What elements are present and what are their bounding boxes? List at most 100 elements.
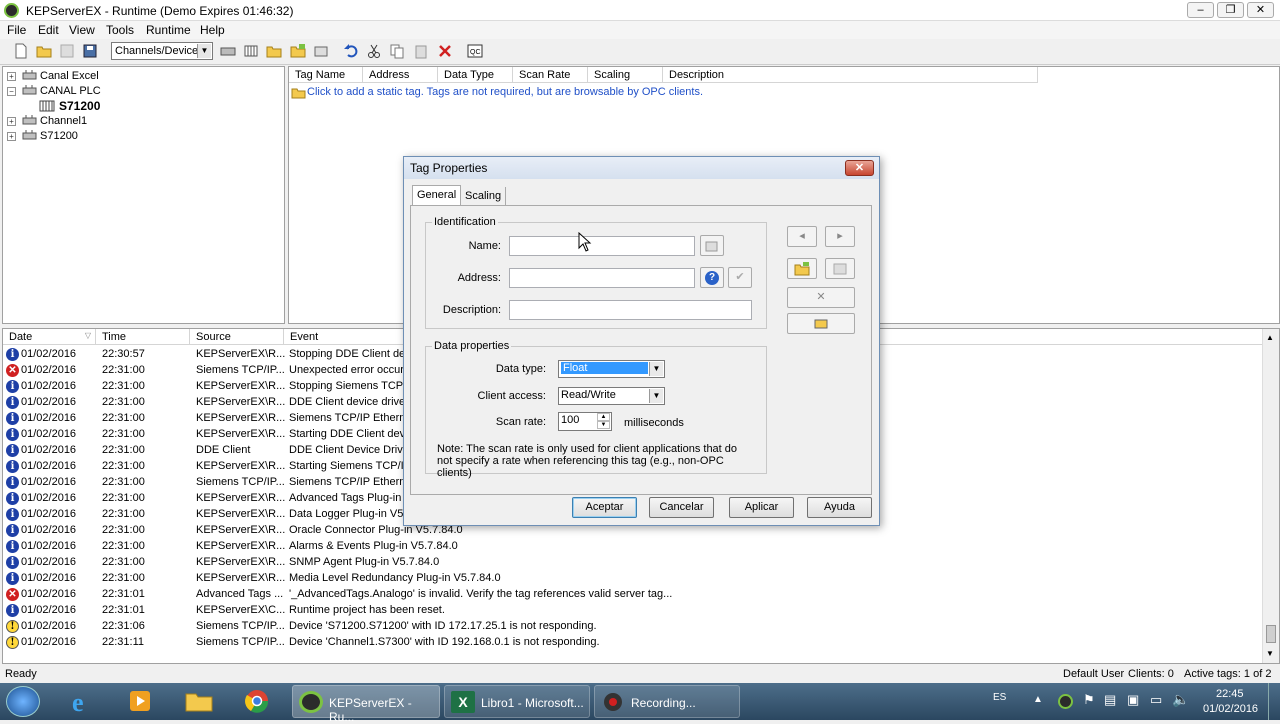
- tree-item-canal-excel[interactable]: + Canal Excel: [7, 69, 277, 84]
- name-input[interactable]: [509, 236, 695, 256]
- spin-down-icon[interactable]: ▼: [597, 421, 610, 429]
- menu-tools[interactable]: Tools: [106, 23, 134, 37]
- table-row[interactable]: i 01/02/2016 22:31:01 KEPServerEX\C... Runti…: [3, 603, 1263, 619]
- save-as-icon[interactable]: [82, 43, 98, 59]
- copy-icon[interactable]: [389, 43, 405, 59]
- event-log-scrollbar[interactable]: ▲ ▼: [1262, 329, 1279, 663]
- apply-button[interactable]: Aplicar: [729, 497, 794, 518]
- task-excel[interactable]: X Libro1 - Microsoft...: [444, 685, 590, 718]
- tree-item-s71200-channel[interactable]: + S71200: [7, 129, 277, 144]
- new-device-icon[interactable]: [243, 43, 259, 59]
- event-message: DDE Client Device Driver: [289, 444, 413, 456]
- view-select[interactable]: Channels/Devices ▼: [111, 42, 213, 60]
- task-recording[interactable]: Recording...: [594, 685, 740, 718]
- col-source[interactable]: Source: [190, 329, 284, 345]
- chrome-icon[interactable]: [240, 687, 274, 716]
- menu-edit[interactable]: Edit: [38, 23, 59, 37]
- help-button[interactable]: Ayuda: [807, 497, 872, 518]
- expand-icon[interactable]: +: [7, 72, 16, 81]
- open-folder-icon[interactable]: [36, 43, 52, 59]
- dialog-close-button[interactable]: ✕: [845, 160, 874, 176]
- table-row[interactable]: ✕ 01/02/2016 22:31:01 Advanced Tags ... '_Ad…: [3, 587, 1263, 603]
- bulk-tag-icon[interactable]: [313, 43, 329, 59]
- collapse-icon[interactable]: −: [7, 87, 16, 96]
- table-row[interactable]: i 01/02/2016 22:31:00 KEPServerEX\R... SNMP …: [3, 555, 1263, 571]
- address-help-button[interactable]: ?: [700, 267, 724, 288]
- save-disabled-icon[interactable]: [59, 43, 75, 59]
- language-indicator[interactable]: ES: [993, 692, 1006, 703]
- browse-name-button[interactable]: [700, 235, 724, 256]
- display-icon[interactable]: ▣: [1127, 692, 1139, 708]
- media-player-icon[interactable]: [124, 687, 158, 716]
- next-tag-button[interactable]: ▸: [825, 226, 855, 247]
- menu-help[interactable]: Help: [200, 23, 225, 37]
- delete-icon[interactable]: [437, 43, 453, 59]
- new-project-icon[interactable]: [13, 43, 29, 59]
- col-date[interactable]: Date ▽: [3, 329, 96, 345]
- clock-date[interactable]: 01/02/2016: [1203, 703, 1258, 715]
- tray-expand-icon[interactable]: ▲: [1033, 694, 1043, 705]
- new-channel-icon[interactable]: [220, 43, 236, 59]
- col-scaling[interactable]: Scaling: [588, 67, 663, 83]
- close-window-button[interactable]: ✕: [1247, 2, 1274, 18]
- menu-view[interactable]: View: [69, 23, 95, 37]
- internet-explorer-icon[interactable]: e: [66, 687, 100, 717]
- col-scan-rate[interactable]: Scan Rate: [513, 67, 588, 83]
- delete-tag-button[interactable]: ✕: [787, 287, 855, 308]
- tree-item-canal-plc[interactable]: − CANAL PLC: [7, 84, 277, 99]
- new-tag-icon[interactable]: [290, 43, 306, 59]
- cut-icon[interactable]: [366, 43, 382, 59]
- tab-scaling[interactable]: Scaling: [461, 187, 507, 207]
- scroll-down-icon[interactable]: ▼: [1266, 649, 1274, 658]
- table-row[interactable]: ! 01/02/2016 22:31:06 Siemens TCP/IP... Devi…: [3, 619, 1263, 635]
- client-access-select[interactable]: Read/Write ▼: [558, 387, 665, 405]
- undo-icon[interactable]: [343, 43, 359, 59]
- quick-client-icon[interactable]: QC: [467, 43, 483, 59]
- power-icon[interactable]: ▭: [1150, 692, 1162, 708]
- col-tag-name[interactable]: Tag Name: [289, 67, 363, 83]
- col-address[interactable]: Address: [363, 67, 438, 83]
- col-time[interactable]: Time: [96, 329, 190, 345]
- ok-button[interactable]: Aceptar: [572, 497, 637, 518]
- scan-rate-spinner[interactable]: 100 ▲ ▼: [558, 412, 612, 431]
- minimize-button[interactable]: –: [1187, 2, 1214, 18]
- volume-icon[interactable]: 🔈: [1172, 691, 1189, 708]
- col-data-type[interactable]: Data Type: [438, 67, 513, 83]
- previous-tag-button[interactable]: ◂: [787, 226, 817, 247]
- menu-file[interactable]: File: [7, 23, 26, 37]
- event-source: Siemens TCP/IP...: [196, 364, 285, 376]
- file-explorer-icon[interactable]: [182, 687, 216, 716]
- expand-icon[interactable]: +: [7, 117, 16, 126]
- table-row[interactable]: i 01/02/2016 22:31:00 KEPServerEX\R... Alarm…: [3, 539, 1263, 555]
- description-input[interactable]: [509, 300, 752, 320]
- tree-item-s71200-device[interactable]: S71200: [37, 99, 277, 114]
- table-row[interactable]: ! 01/02/2016 22:31:11 Siemens TCP/IP... Devi…: [3, 635, 1263, 651]
- address-input[interactable]: [509, 268, 695, 288]
- task-kepserver[interactable]: KEPServerEX - Ru...: [292, 685, 440, 724]
- cancel-button[interactable]: Cancelar: [649, 497, 714, 518]
- clock-time[interactable]: 22:45: [1216, 688, 1244, 700]
- start-button[interactable]: [6, 686, 40, 717]
- data-type-select[interactable]: Float ▼: [558, 360, 665, 378]
- network-icon[interactable]: ▤: [1104, 692, 1116, 708]
- kepserver-tray-icon[interactable]: [1058, 694, 1073, 709]
- validate-address-button[interactable]: ✔: [728, 267, 752, 288]
- new-tag-group-icon[interactable]: [266, 43, 282, 59]
- table-row[interactable]: i 01/02/2016 22:31:00 KEPServerEX\R... Media…: [3, 571, 1263, 587]
- sync-tag-button[interactable]: [787, 313, 855, 334]
- show-desktop-button[interactable]: [1268, 683, 1280, 720]
- menu-runtime[interactable]: Runtime: [146, 23, 191, 37]
- duplicate-tag-button[interactable]: [825, 258, 855, 279]
- new-tag-button[interactable]: [787, 258, 817, 279]
- action-center-flag-icon[interactable]: ⚑: [1083, 692, 1095, 708]
- spin-up-icon[interactable]: ▲: [597, 413, 610, 421]
- col-description[interactable]: Description: [663, 67, 1038, 83]
- tab-general[interactable]: General: [412, 185, 462, 205]
- expand-icon[interactable]: +: [7, 132, 16, 141]
- scroll-thumb[interactable]: [1266, 625, 1276, 643]
- tree-item-channel1[interactable]: + Channel1: [7, 114, 277, 129]
- scroll-up-icon[interactable]: ▲: [1266, 333, 1274, 342]
- maximize-button[interactable]: ❐: [1217, 2, 1244, 18]
- title-bar: KEPServerEX - Runtime (Demo Expires 01:4…: [0, 0, 1280, 21]
- paste-icon[interactable]: [413, 43, 429, 59]
